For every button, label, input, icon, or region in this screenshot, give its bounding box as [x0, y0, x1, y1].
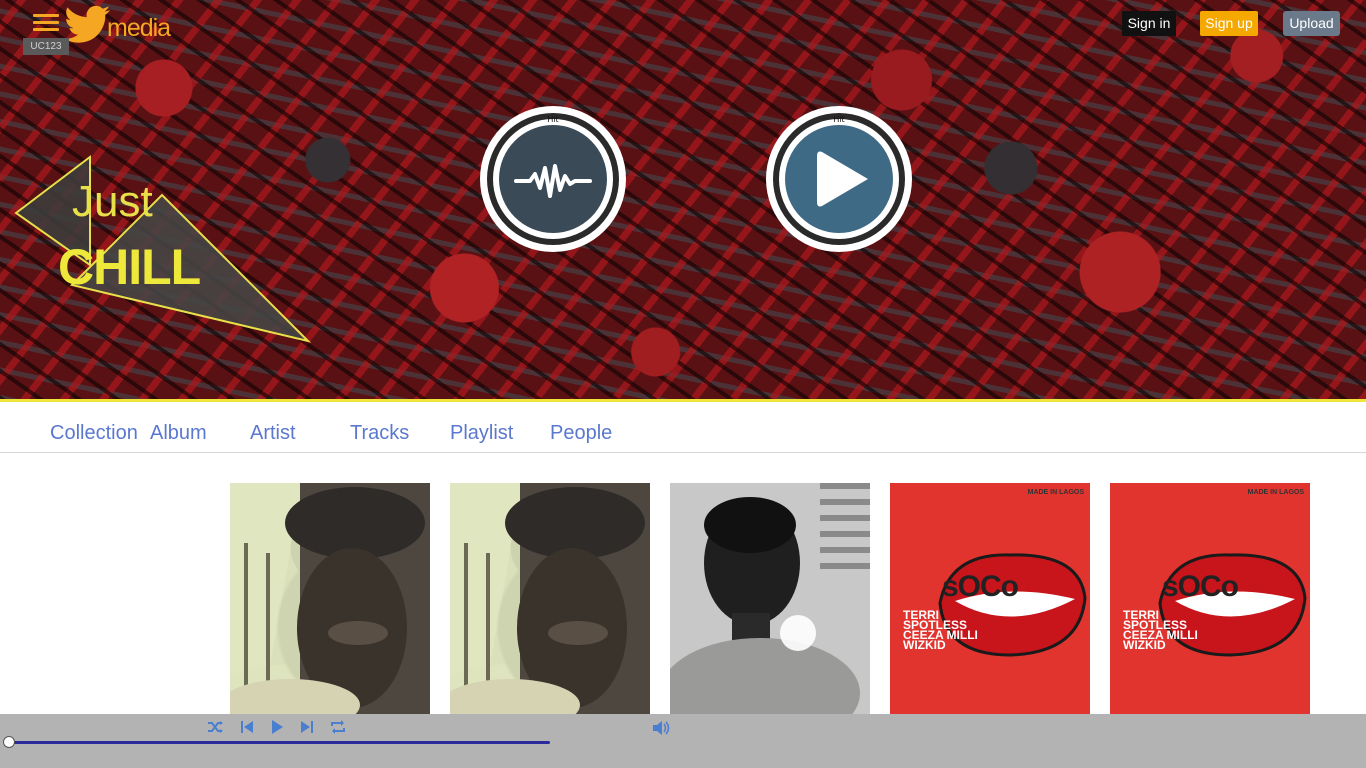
hamburger-menu-icon[interactable]	[33, 14, 59, 34]
upload-video-circle-button[interactable]: Hit	[764, 104, 914, 254]
badge-line2: CHILL	[58, 239, 201, 295]
repeat-icon[interactable]	[329, 718, 347, 736]
svg-text:Hit: Hit	[833, 115, 844, 124]
previous-icon[interactable]	[238, 718, 256, 736]
shuffle-icon[interactable]	[206, 718, 224, 736]
play-icon[interactable]	[268, 718, 286, 736]
category-nav: Collection Album Artist Tracks Playlist …	[0, 402, 1366, 453]
sign-up-button[interactable]: Sign up	[1200, 11, 1258, 36]
media-card-4[interactable]: sOCo TERRI SPOTLESS CEEZA MILLI WIZKID M…	[890, 483, 1090, 715]
nav-artist[interactable]: Artist	[250, 422, 296, 445]
svg-text:Hit: Hit	[547, 115, 558, 124]
portrait-image	[450, 483, 650, 715]
progress-bar[interactable]	[8, 741, 550, 744]
upload-audio-circle-button[interactable]: Hit	[478, 104, 628, 254]
upload-button[interactable]: Upload	[1283, 11, 1340, 36]
album-title: sOCo	[942, 570, 1019, 603]
nav-collection[interactable]: Collection	[50, 422, 138, 445]
play-circle-icon: Hit	[766, 106, 912, 252]
album-title: sOCo	[1162, 570, 1239, 603]
nav-playlist[interactable]: Playlist	[450, 422, 513, 445]
sign-in-button[interactable]: Sign in	[1122, 11, 1176, 36]
album-tag: MADE IN LAGOS	[1027, 489, 1084, 496]
media-card-2[interactable]	[450, 483, 650, 715]
audio-wave-icon: Hit	[480, 106, 626, 252]
next-icon[interactable]	[298, 718, 316, 736]
media-card-3[interactable]	[670, 483, 870, 715]
album-artists: TERRI SPOTLESS CEEZA MILLI WIZKID	[903, 608, 978, 652]
logo-text[interactable]: media	[107, 14, 171, 43]
album-tag: MADE IN LAGOS	[1247, 489, 1304, 496]
nav-tracks[interactable]: Tracks	[350, 422, 409, 445]
hero-banner: media UC123 Sign in Sign up Upload Just …	[0, 0, 1366, 400]
media-card-5[interactable]: sOCo TERRI SPOTLESS CEEZA MILLI WIZKID M…	[1110, 483, 1310, 715]
nav-album[interactable]: Album	[150, 422, 207, 445]
badge-line1: Just	[72, 177, 153, 226]
media-card-1[interactable]	[230, 483, 430, 715]
volume-icon[interactable]	[651, 719, 671, 737]
portrait-image	[230, 483, 430, 715]
nav-people[interactable]: People	[550, 422, 612, 445]
progress-knob[interactable]	[3, 736, 15, 748]
audio-player-bar	[0, 714, 1366, 768]
bird-logo-icon[interactable]	[63, 4, 113, 48]
user-badge: UC123	[23, 38, 69, 55]
album-artists: TERRI SPOTLESS CEEZA MILLI WIZKID	[1123, 608, 1198, 652]
portrait-image	[670, 483, 870, 715]
